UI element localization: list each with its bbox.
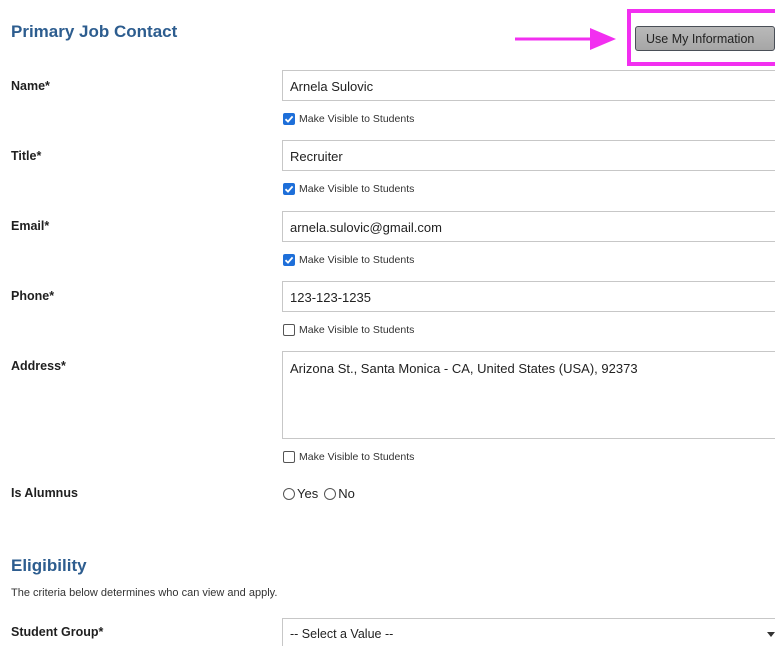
alumnus-no-label[interactable]: No: [338, 486, 355, 501]
make-visible-label: Make Visible to Students: [299, 451, 415, 463]
email-label: Email*: [11, 219, 50, 233]
checkbox-checked-icon: [283, 183, 295, 195]
alumnus-yes-radio[interactable]: [283, 487, 295, 500]
address-label: Address*: [11, 359, 66, 373]
chevron-down-icon: [767, 632, 775, 637]
make-visible-label: Make Visible to Students: [299, 324, 415, 336]
student-group-label: Student Group*: [11, 625, 104, 639]
address-textarea[interactable]: Arizona St., Santa Monica - CA, United S…: [282, 351, 775, 439]
alumnus-no-radio[interactable]: [324, 487, 337, 500]
eligibility-description: The criteria below determines who can vi…: [11, 587, 278, 599]
phone-input[interactable]: 123-123-1235: [282, 281, 775, 312]
annotation-arrow-icon: [515, 28, 616, 50]
job-contact-form: Primary Job Contact Use My Information N…: [0, 0, 775, 646]
title-label: Title*: [11, 149, 42, 163]
is-alumnus-label: Is Alumnus: [11, 486, 78, 500]
title-input[interactable]: Recruiter: [282, 140, 775, 171]
email-input[interactable]: arnela.sulovic@gmail.com: [282, 211, 775, 242]
primary-job-contact-heading: Primary Job Contact: [11, 22, 178, 41]
checkbox-unchecked-icon: [283, 324, 295, 336]
address-visible-checkbox[interactable]: Make Visible to Students: [283, 451, 414, 463]
use-my-information-button[interactable]: Use My Information: [635, 26, 775, 51]
email-visible-checkbox[interactable]: Make Visible to Students: [283, 254, 414, 266]
alumnus-radio-group: Yes No: [283, 486, 355, 501]
make-visible-label: Make Visible to Students: [299, 254, 415, 266]
name-input[interactable]: Arnela Sulovic: [282, 70, 775, 101]
phone-label: Phone*: [11, 289, 55, 303]
eligibility-heading: Eligibility: [11, 556, 87, 575]
student-group-select[interactable]: -- Select a Value --: [282, 618, 775, 646]
title-visible-checkbox[interactable]: Make Visible to Students: [283, 183, 414, 195]
make-visible-label: Make Visible to Students: [299, 113, 415, 125]
alumnus-yes-label[interactable]: Yes: [297, 486, 318, 501]
checkbox-checked-icon: [283, 113, 295, 125]
name-visible-checkbox[interactable]: Make Visible to Students: [283, 113, 414, 125]
checkbox-unchecked-icon: [283, 451, 295, 463]
phone-visible-checkbox[interactable]: Make Visible to Students: [283, 324, 414, 336]
make-visible-label: Make Visible to Students: [299, 183, 415, 195]
name-label: Name*: [11, 79, 50, 93]
student-group-selected-value: -- Select a Value --: [290, 627, 394, 641]
checkbox-checked-icon: [283, 254, 295, 266]
